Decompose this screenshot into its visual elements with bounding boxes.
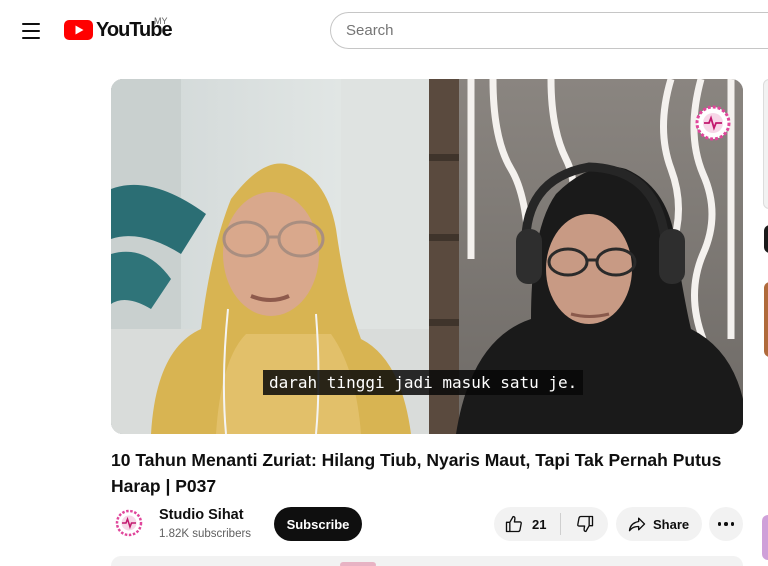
thumbs-down-icon [576, 515, 593, 533]
subtitle-caption: darah tinggi jadi masuk satu je. [263, 370, 584, 395]
share-icon [628, 517, 646, 532]
search-input[interactable] [346, 22, 768, 39]
channel-avatar[interactable] [114, 508, 144, 538]
subscriber-count: 1.82K subscribers [159, 528, 252, 540]
more-icon[interactable] [709, 507, 743, 541]
channel-watermark-icon[interactable] [695, 105, 731, 141]
related-card-edge[interactable] [764, 225, 768, 253]
share-label: Share [653, 516, 690, 532]
description-card[interactable] [111, 556, 743, 566]
video-title: 10 Tahun Menanti Zuriat: Hilang Tiub, Ny… [111, 450, 722, 496]
related-thumbnail-edge[interactable] [764, 282, 768, 357]
country-code: MY [154, 16, 168, 26]
channel-logo-icon [115, 509, 143, 537]
like-count: 21 [532, 516, 547, 532]
search-box[interactable] [330, 12, 768, 49]
dislike-button[interactable] [561, 507, 608, 541]
thumbs-up-icon [505, 515, 522, 533]
like-button[interactable]: 21 [494, 507, 560, 541]
description-card-accent [340, 562, 376, 566]
subscribe-button[interactable]: Subscribe [274, 507, 362, 541]
menu-icon[interactable] [14, 14, 48, 48]
masthead: YouTube MY [0, 0, 768, 60]
related-thumbnail-edge[interactable] [762, 515, 768, 560]
youtube-logo-icon [64, 20, 93, 40]
related-card-edge[interactable] [763, 79, 768, 209]
share-button[interactable]: Share [616, 507, 702, 541]
like-dislike-group: 21 [494, 507, 608, 541]
video-player[interactable]: darah tinggi jadi masuk satu je. [111, 79, 743, 434]
channel-name[interactable]: Studio Sihat [159, 507, 244, 523]
